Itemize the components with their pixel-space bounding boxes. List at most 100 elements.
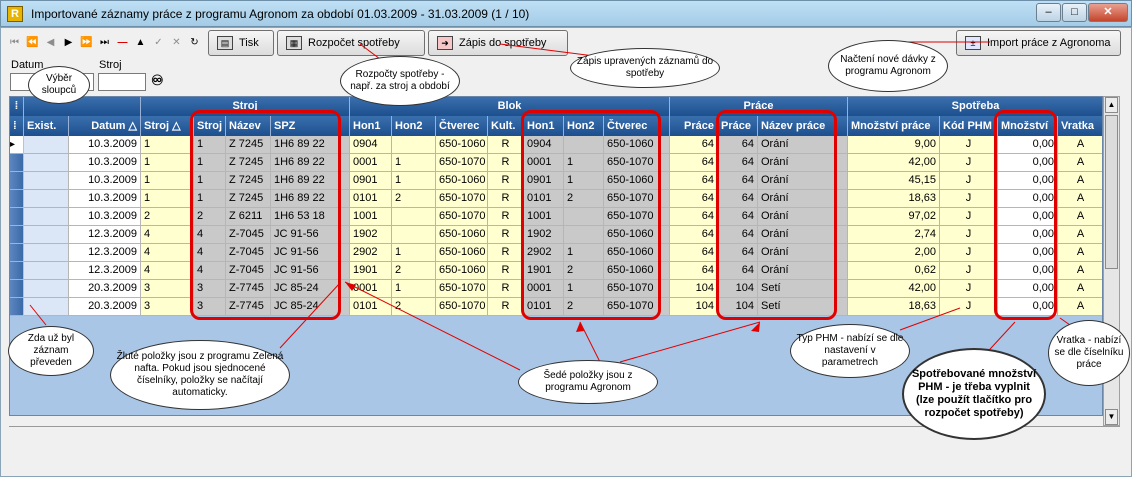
- cell-prace[interactable]: 64: [670, 136, 718, 154]
- cell-prace[interactable]: 104: [670, 280, 718, 298]
- cell-prace2[interactable]: 64: [718, 190, 758, 208]
- cell-kod-phm[interactable]: J: [940, 262, 998, 280]
- cell-kult[interactable]: R: [488, 190, 524, 208]
- table-row[interactable]: 10.3.2009 1 1 Z 7245 1H6 89 22 0001 1 650-1070 R…: [10, 154, 1102, 172]
- cell-hon1[interactable]: 0101: [350, 190, 392, 208]
- print-button[interactable]: ▤ Tisk: [208, 30, 274, 56]
- cell-spz[interactable]: JC 91-56: [271, 244, 350, 262]
- cell-hon2b[interactable]: [564, 226, 604, 244]
- table-row[interactable]: 10.3.2009 2 2 Z 6211 1H6 53 18 1001 650-1070 R 1…: [10, 208, 1102, 226]
- cell-hon1[interactable]: 1001: [350, 208, 392, 226]
- cell-ctverecb[interactable]: 650-1060: [604, 136, 670, 154]
- cell-spz[interactable]: 1H6 89 22: [271, 154, 350, 172]
- header-prace[interactable]: Práce: [670, 116, 718, 136]
- header-hon1[interactable]: Hon1: [350, 116, 392, 136]
- row-selector[interactable]: [10, 172, 23, 190]
- cell-spz[interactable]: JC 91-56: [271, 226, 350, 244]
- cell-nazev[interactable]: Z 7245: [226, 136, 271, 154]
- cell-kod-phm[interactable]: J: [940, 280, 998, 298]
- cell-hon1[interactable]: 1901: [350, 262, 392, 280]
- cell-exist[interactable]: [24, 136, 69, 154]
- cell-prace[interactable]: 104: [670, 298, 718, 316]
- refresh-icon[interactable]: ↻: [187, 35, 202, 50]
- cell-hon2b[interactable]: 1: [564, 280, 604, 298]
- cell-spz[interactable]: 1H6 89 22: [271, 172, 350, 190]
- cell-kult[interactable]: R: [488, 280, 524, 298]
- row-selector[interactable]: [10, 226, 23, 244]
- cell-hon1b[interactable]: 0101: [524, 190, 564, 208]
- cell-hon1[interactable]: 0904: [350, 136, 392, 154]
- cell-mnozstvi[interactable]: 0,00: [998, 208, 1058, 226]
- cell-spz[interactable]: JC 85-24: [271, 280, 350, 298]
- header-exist[interactable]: Exist.: [24, 116, 69, 136]
- cell-stroj[interactable]: 4: [141, 244, 194, 262]
- cell-vratka[interactable]: A: [1058, 154, 1102, 172]
- cell-vratka[interactable]: A: [1058, 298, 1102, 316]
- cell-ctverec[interactable]: 650-1060: [436, 244, 488, 262]
- table-row[interactable]: 10.3.2009 1 1 Z 7245 1H6 89 22 0101 2 650-1070 R…: [10, 190, 1102, 208]
- cell-stroj2[interactable]: 1: [194, 190, 226, 208]
- cell-mnozstvi[interactable]: 0,00: [998, 172, 1058, 190]
- current-row-indicator-icon[interactable]: ▸: [10, 136, 23, 154]
- cell-ctverecb[interactable]: 650-1070: [604, 280, 670, 298]
- cell-prace2[interactable]: 64: [718, 154, 758, 172]
- cell-ctverec[interactable]: 650-1070: [436, 298, 488, 316]
- cell-hon1[interactable]: 0001: [350, 154, 392, 172]
- cell-prace[interactable]: 64: [670, 226, 718, 244]
- budget-button[interactable]: ▦ Rozpočet spotřeby: [277, 30, 425, 56]
- cell-kult[interactable]: R: [488, 208, 524, 226]
- cell-stroj[interactable]: 1: [141, 136, 194, 154]
- close-button[interactable]: ✕: [1088, 3, 1128, 22]
- cell-vratka[interactable]: A: [1058, 208, 1102, 226]
- cell-nazev-prace[interactable]: Setí: [758, 280, 848, 298]
- cell-nazev[interactable]: Z 7245: [226, 154, 271, 172]
- cell-kult[interactable]: R: [488, 226, 524, 244]
- header-hon1b[interactable]: Hon1: [524, 116, 564, 136]
- cell-datum[interactable]: 10.3.2009: [69, 208, 141, 226]
- cell-hon1[interactable]: 2902: [350, 244, 392, 262]
- cell-stroj2[interactable]: 2: [194, 208, 226, 226]
- cell-spz[interactable]: JC 91-56: [271, 262, 350, 280]
- cell-exist[interactable]: [24, 190, 69, 208]
- cell-ctverec[interactable]: 650-1070: [436, 154, 488, 172]
- cell-mnozstvi-prace[interactable]: 9,00: [848, 136, 940, 154]
- cell-datum[interactable]: 10.3.2009: [69, 172, 141, 190]
- cell-prace2[interactable]: 104: [718, 280, 758, 298]
- cell-stroj2[interactable]: 4: [194, 226, 226, 244]
- cell-mnozstvi[interactable]: 0,00: [998, 298, 1058, 316]
- cell-ctverecb[interactable]: 650-1060: [604, 244, 670, 262]
- header-nazev-prace[interactable]: Název práce: [758, 116, 848, 136]
- header-ctverecb[interactable]: Čtverec: [604, 116, 670, 136]
- row-selector[interactable]: [10, 208, 23, 226]
- cell-prace2[interactable]: 64: [718, 262, 758, 280]
- cell-kult[interactable]: R: [488, 154, 524, 172]
- cell-hon2[interactable]: 1: [392, 172, 436, 190]
- cell-hon2b[interactable]: [564, 136, 604, 154]
- cell-nazev-prace[interactable]: Orání: [758, 208, 848, 226]
- row-selector[interactable]: [10, 262, 23, 280]
- header-spz[interactable]: SPZ: [271, 116, 350, 136]
- delete-record-icon[interactable]: —: [115, 35, 130, 50]
- table-row[interactable]: 12.3.2009 4 4 Z-7045 JC 91-56 2902 1 650-1060 R 2…: [10, 244, 1102, 262]
- cell-ctverecb[interactable]: 650-1060: [604, 262, 670, 280]
- cell-stroj2[interactable]: 1: [194, 136, 226, 154]
- table-row[interactable]: 20.3.2009 3 3 Z-7745 JC 85-24 0101 2 650-1070 R 0…: [10, 298, 1102, 316]
- last-record-icon[interactable]: ⏭: [97, 35, 112, 50]
- cell-hon2[interactable]: [392, 226, 436, 244]
- cell-hon2[interactable]: 2: [392, 298, 436, 316]
- cell-spz[interactable]: 1H6 89 22: [271, 136, 350, 154]
- row-selector[interactable]: [10, 280, 23, 298]
- header-mnozstvi-prace[interactable]: Množství práce: [848, 116, 940, 136]
- cell-datum[interactable]: 20.3.2009: [69, 280, 141, 298]
- cell-nazev[interactable]: Z-7045: [226, 226, 271, 244]
- scroll-thumb[interactable]: [1105, 115, 1118, 269]
- cell-hon1b[interactable]: 0001: [524, 280, 564, 298]
- row-selector[interactable]: [10, 190, 23, 208]
- cell-mnozstvi-prace[interactable]: 18,63: [848, 298, 940, 316]
- cell-kult[interactable]: R: [488, 244, 524, 262]
- header-kult[interactable]: Kult.: [488, 116, 524, 136]
- row-selector[interactable]: [10, 244, 23, 262]
- cell-exist[interactable]: [24, 244, 69, 262]
- cell-stroj2[interactable]: 3: [194, 298, 226, 316]
- cell-datum[interactable]: 12.3.2009: [69, 226, 141, 244]
